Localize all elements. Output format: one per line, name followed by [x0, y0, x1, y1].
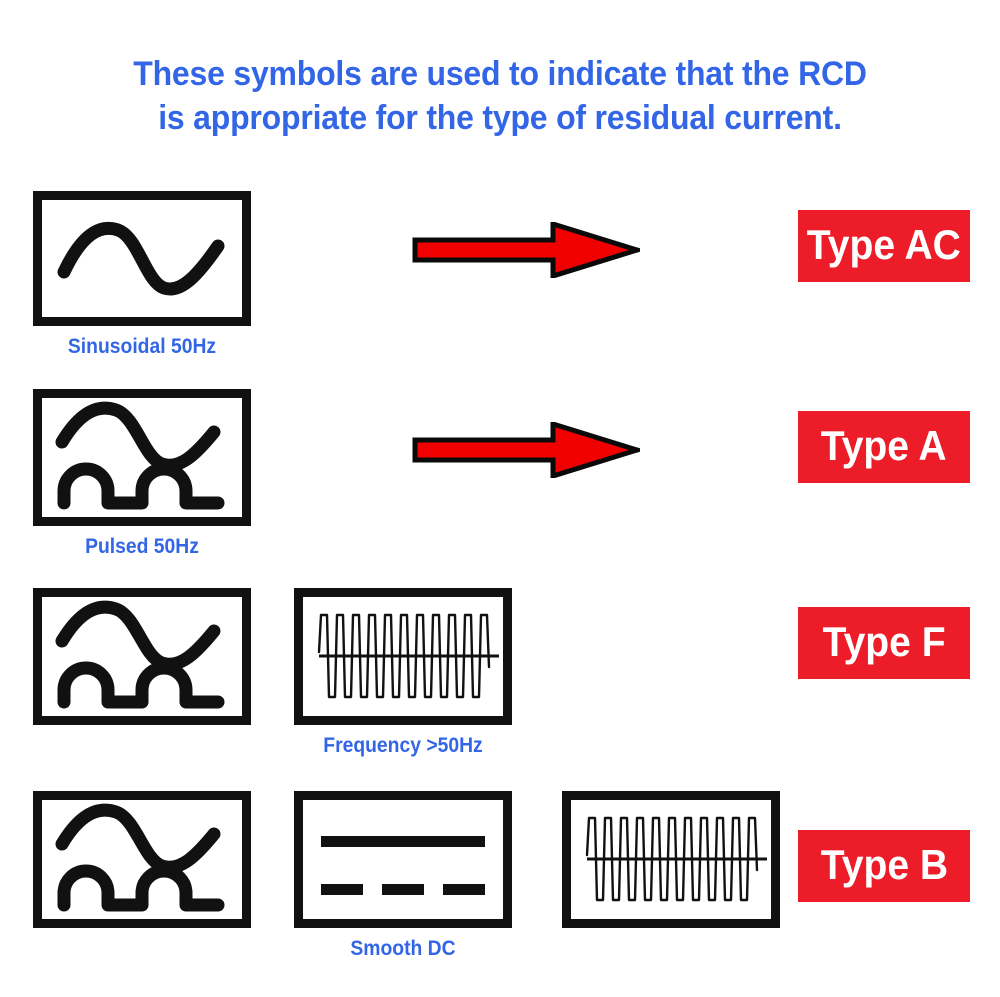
- caption-sinusoidal: Sinusoidal 50Hz: [67, 335, 217, 358]
- diagram-canvas: These symbols are used to indicate that …: [0, 0, 1000, 997]
- high-frequency-wave-icon: [317, 613, 499, 699]
- badge-type-f-label: Type F: [822, 617, 946, 665]
- caption-smooth-dc: Smooth DC: [350, 937, 456, 960]
- pulsed-wave-icon: [55, 401, 225, 510]
- pulsed-wave-icon: [55, 803, 225, 912]
- badge-type-f[interactable]: Type F: [798, 607, 970, 679]
- symbol-box-pulsed: [33, 389, 251, 526]
- high-frequency-wave-icon: [585, 816, 767, 902]
- badge-type-ac[interactable]: Type AC: [798, 210, 970, 282]
- badge-type-a[interactable]: Type A: [798, 411, 970, 483]
- symbol-box-smooth-dc: [294, 791, 512, 928]
- badge-type-a-label: Type A: [821, 421, 947, 469]
- symbol-box-high-frequency-row-b: [562, 791, 780, 928]
- page-title-line-1: These symbols are used to indicate that …: [133, 55, 867, 93]
- symbol-box-pulsed-row-b: [33, 791, 251, 928]
- right-arrow-icon-row-a: [412, 422, 640, 478]
- badge-type-b[interactable]: Type B: [798, 830, 970, 902]
- badge-type-ac-label: Type AC: [806, 220, 962, 268]
- caption-pulsed: Pulsed 50Hz: [85, 535, 199, 558]
- page-title-line-2: is appropriate for the type of residual …: [158, 99, 842, 137]
- symbol-box-sinusoidal: [33, 191, 251, 326]
- badge-type-b-label: Type B: [820, 840, 948, 888]
- pulsed-wave-icon: [55, 600, 225, 709]
- symbol-box-pulsed-row-f: [33, 588, 251, 725]
- symbol-box-high-frequency-row-f: [294, 588, 512, 725]
- smooth-dc-icon: [321, 836, 485, 895]
- caption-frequency: Frequency >50Hz: [323, 734, 483, 757]
- right-arrow-icon-row-ac: [412, 222, 640, 278]
- sine-wave-icon: [57, 221, 225, 296]
- page-title: These symbols are used to indicate that …: [30, 52, 970, 140]
